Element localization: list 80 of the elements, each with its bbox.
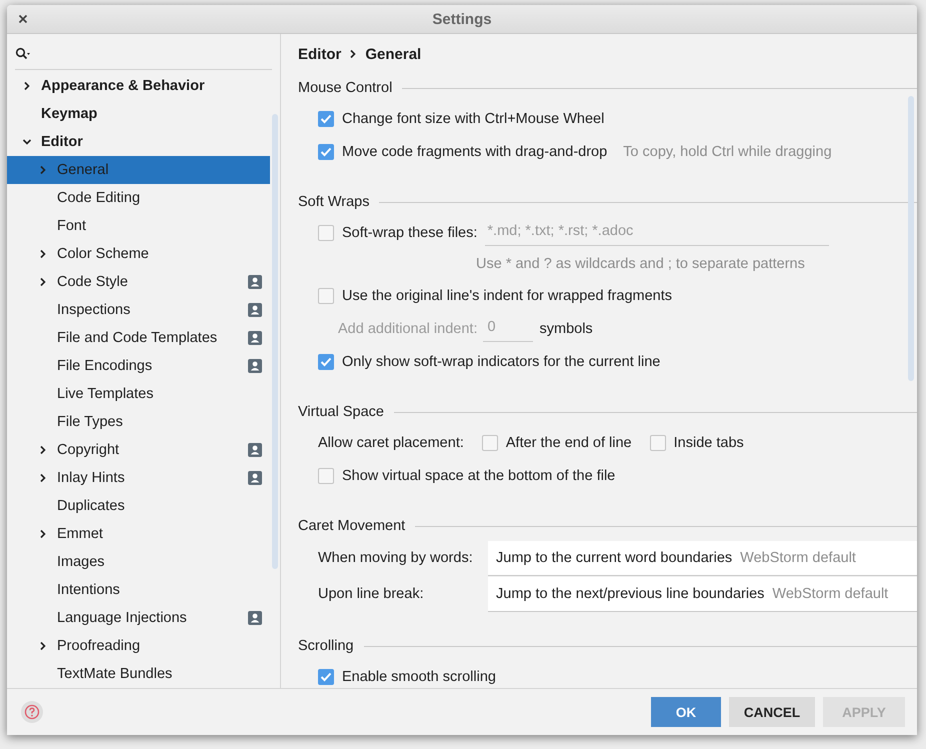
field-label: When moving by words: [318,550,474,566]
checkbox[interactable] [318,224,334,240]
person-badge-icon [248,303,262,317]
person-badge-icon [248,331,262,345]
tree-item[interactable]: File and Code Templates [7,324,270,352]
dialog-button[interactable]: CANCEL [729,697,815,727]
tree-item[interactable]: Images [7,548,270,576]
checkbox-label: Soft-wrap these files: [342,224,478,240]
checkbox-label: Inside tabs [674,434,744,450]
person-badge-icon [248,359,262,373]
dropdown[interactable]: Jump to the current word boundaries WebStorm default [488,540,917,576]
checkbox-label: Move code fragments with drag-and-drop [342,144,608,160]
tree-item[interactable]: Copyright [7,436,270,464]
chevron-right-icon [39,165,47,175]
scrollbar[interactable] [908,96,914,381]
checkbox[interactable] [650,434,666,450]
breadcrumb-item[interactable]: General [365,46,422,62]
checkbox[interactable] [318,354,334,370]
dialog-button[interactable]: OK [651,697,721,727]
tree-item[interactable]: Appearance & Behavior [7,72,270,100]
help-button[interactable] [21,701,43,723]
checkbox-label: Change font size with Ctrl+Mouse Wheel [342,110,604,126]
close-icon [18,14,28,24]
chevron-right-icon [39,249,47,259]
section-title: Mouse Control [298,80,392,96]
chevron-right-icon [39,529,47,539]
checkbox-label: Only show soft-wrap indicators for the current line [342,354,660,370]
chevron-right-icon [39,277,47,287]
tree-item[interactable]: Intentions [7,576,270,604]
tree-item[interactable]: Inspections [7,296,270,324]
tree-item[interactable]: Duplicates [7,492,270,520]
checkbox[interactable] [482,434,498,450]
tree-item[interactable]: Language Injections [7,604,270,632]
section-title: Caret Movement [298,518,406,534]
unit-label: symbols [539,320,593,336]
scrollbar[interactable] [272,114,278,569]
tree-item[interactable]: File Encodings [7,352,270,380]
chevron-right-icon [39,445,47,455]
tree-item[interactable]: Code Style [7,268,270,296]
checkbox-label: After the end of line [506,434,632,450]
person-badge-icon [248,275,262,289]
option-label: Allow caret placement: [318,434,464,450]
tree-item[interactable]: File Types [7,408,270,436]
breadcrumb-item[interactable]: Editor [298,46,342,62]
tree-item[interactable]: Live Templates [7,380,270,408]
checkbox[interactable] [318,468,334,484]
tree-item[interactable]: Proofreading [7,632,270,660]
checkbox[interactable] [318,144,334,160]
person-badge-icon [248,443,262,457]
checkbox-label: Use the original line's indent for wrapped fragments [342,288,672,304]
checkbox-label: Enable smooth scrolling [342,668,496,684]
tree-item[interactable]: Keymap [7,100,270,128]
dropdown[interactable]: Jump to the next/previous line boundaries WebStorm default [488,576,917,612]
chevron-right-icon [39,473,47,483]
tree-item[interactable]: Color Scheme [7,240,270,268]
section-title: Scrolling [298,638,354,654]
tree-item[interactable]: Editor [7,128,270,156]
hint-text: Use * and ? as wildcards and ; to separate patterns [476,256,805,272]
breadcrumb-separator-icon [349,49,358,59]
section-title: Soft Wraps [298,194,370,210]
person-badge-icon [248,611,262,625]
search-icon [15,46,31,60]
tree-item[interactable]: Inlay Hints [7,464,270,492]
checkbox[interactable] [318,110,334,126]
chevron-down-icon [22,138,32,146]
tree-item[interactable]: Font [7,212,270,240]
window-title: Settings [432,10,492,28]
field-label: Add additional indent: [338,320,478,336]
tree-item[interactable]: TextMate Bundles [7,660,270,688]
section-title: Virtual Space [298,404,384,420]
checkbox[interactable] [318,668,334,684]
tree-item[interactable]: Emmet [7,520,270,548]
person-badge-icon [248,471,262,485]
checkbox[interactable] [318,288,334,304]
chevron-right-icon [23,81,31,91]
hint-text: To copy, hold Ctrl while dragging [623,144,832,160]
tree-item[interactable]: Code Editing [7,184,270,212]
checkbox-label: Show virtual space at the bottom of the file [342,468,616,484]
field-label: Upon line break: [318,586,425,602]
chevron-right-icon [39,641,47,651]
